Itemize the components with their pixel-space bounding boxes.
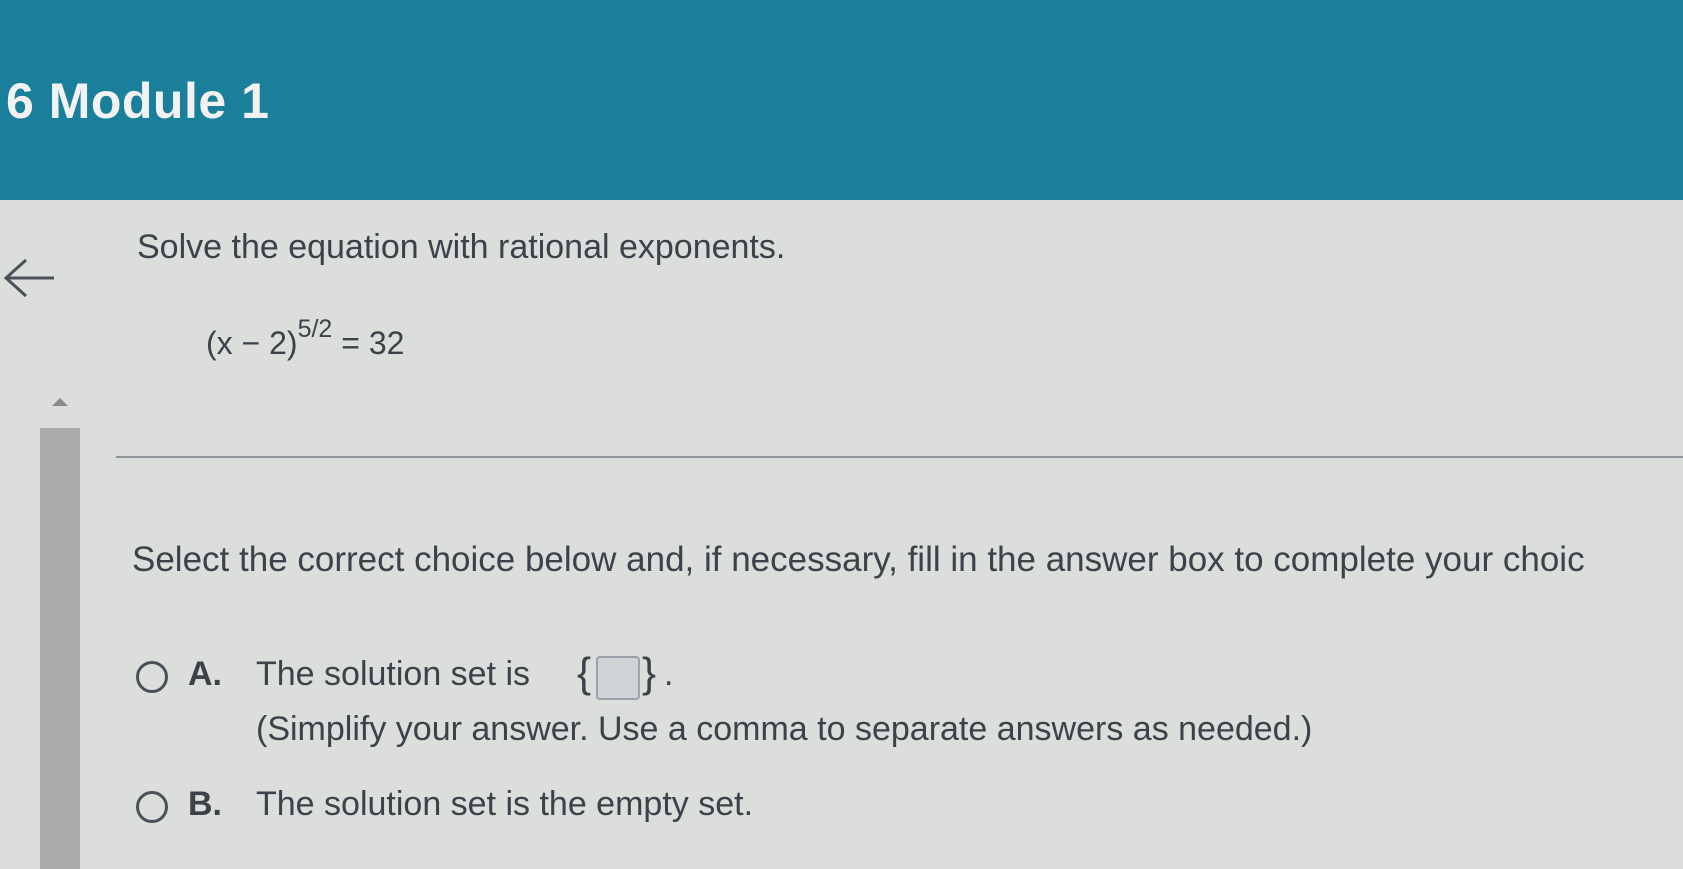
choice-a-hint: (Simplify your answer. Use a comma to se… <box>256 710 1313 748</box>
choice-a-text: The solution set is <box>256 655 531 693</box>
equation-rhs: = 32 <box>341 325 405 361</box>
choice-a[interactable]: A. The solution set is { } . <box>134 649 734 715</box>
scroll-up-icon[interactable] <box>52 398 68 406</box>
choice-a-radio[interactable] <box>136 661 168 693</box>
back-arrow-icon[interactable] <box>2 258 58 298</box>
choice-a-letter: A. <box>188 655 222 693</box>
equation-base: (x − 2) <box>206 325 298 361</box>
brace-open: { <box>577 649 592 696</box>
choice-b-radio[interactable] <box>136 791 168 823</box>
divider <box>116 456 1683 458</box>
module-title: 6 Module 1 <box>6 73 270 129</box>
choice-a-period: . <box>664 655 674 693</box>
instruction-text: Select the correct choice below and, if … <box>132 540 1585 579</box>
scrollbar[interactable] <box>40 428 80 869</box>
question-panel <box>0 200 1683 869</box>
brace-close: } <box>642 649 657 696</box>
choice-b-letter: B. <box>188 785 222 823</box>
choice-b-text: The solution set is the empty set. <box>256 785 754 823</box>
module-header: 6 Module 1 <box>0 0 1683 200</box>
equation: (x − 2)5/2 = 32 <box>206 315 405 362</box>
equation-exponent: 5/2 <box>297 315 333 343</box>
answer-input-box[interactable] <box>596 656 640 700</box>
choice-b[interactable]: B. The solution set is the empty set. <box>134 785 834 835</box>
question-prompt: Solve the equation with rational exponen… <box>137 228 786 266</box>
